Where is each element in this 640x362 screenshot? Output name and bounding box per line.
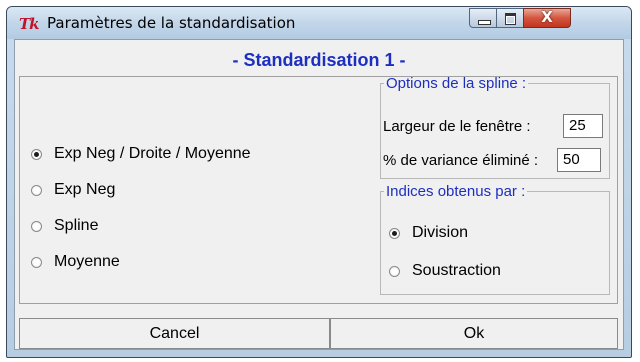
- cancel-button[interactable]: Cancel: [19, 318, 330, 349]
- options-panel: Exp Neg / Droite / Moyenne Exp Neg Splin…: [19, 75, 618, 304]
- radio-exp-neg[interactable]: Exp Neg: [31, 181, 115, 199]
- standardisation-heading: - Standardisation 1 -: [232, 50, 406, 70]
- radio-spline[interactable]: Spline: [31, 217, 98, 235]
- radio-button-icon[interactable]: [31, 148, 42, 160]
- radio-label: Division: [412, 224, 469, 241]
- variance-label: % de variance éliminé :: [383, 152, 539, 169]
- dialog-window: Tk Paramètres de la standardisation X - …: [6, 6, 632, 358]
- radio-label: Moyenne: [54, 253, 120, 270]
- spline-options-legend: Options de la spline :: [386, 75, 527, 92]
- close-icon: X: [541, 8, 553, 26]
- radio-button-icon[interactable]: [31, 184, 42, 196]
- radio-label: Exp Neg / Droite / Moyenne: [54, 145, 251, 162]
- maximize-icon: [505, 13, 516, 25]
- window-title: Paramètres de la standardisation: [47, 14, 296, 32]
- minimize-icon: [478, 20, 491, 25]
- radio-label: Soustraction: [412, 262, 501, 279]
- minimize-button[interactable]: [469, 8, 497, 28]
- window-width-input[interactable]: 25: [563, 114, 603, 138]
- radio-division[interactable]: Division: [389, 224, 468, 242]
- radio-moyenne[interactable]: Moyenne: [31, 253, 120, 271]
- indices-legend: Indices obtenus par :: [386, 183, 526, 200]
- dialog-body: - Standardisation 1 - Exp Neg / Droite /…: [14, 39, 624, 350]
- spline-options-group: Options de la spline : Largeur de le fen…: [380, 75, 610, 179]
- radio-label: Exp Neg: [54, 181, 116, 198]
- radio-button-icon[interactable]: [31, 256, 42, 268]
- radio-button-icon[interactable]: [389, 265, 400, 277]
- indices-group: Indices obtenus par : Division Soustract…: [380, 183, 610, 295]
- radio-button-icon[interactable]: [31, 220, 42, 232]
- tk-icon: Tk: [19, 15, 40, 33]
- radio-exp-neg-droite-moyenne[interactable]: Exp Neg / Droite / Moyenne: [31, 145, 251, 163]
- maximize-button[interactable]: [496, 8, 524, 28]
- radio-button-icon[interactable]: [389, 227, 400, 239]
- radio-label: Spline: [54, 217, 99, 234]
- title-bar[interactable]: Tk Paramètres de la standardisation X: [7, 7, 631, 39]
- radio-soustraction[interactable]: Soustraction: [389, 262, 501, 280]
- window-width-label: Largeur de le fenêtre :: [383, 118, 531, 135]
- variance-input[interactable]: 50: [557, 148, 601, 172]
- close-button[interactable]: X: [523, 8, 571, 28]
- ok-button[interactable]: Ok: [330, 318, 618, 349]
